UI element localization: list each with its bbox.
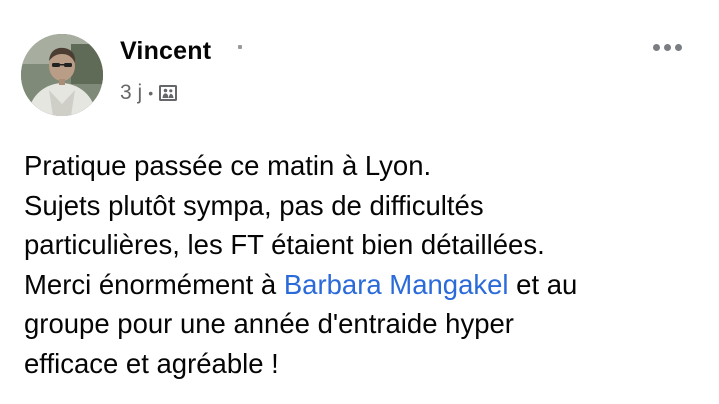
- mention-link[interactable]: Barbara Mangakel: [284, 269, 509, 300]
- post-text-line: Sujets plutôt sympa, pas de difficultés: [24, 189, 484, 221]
- post-card: Vincent 3 j • Pratique passée ce matin à…: [0, 0, 719, 395]
- post-text-segment: et au: [508, 268, 578, 300]
- more-options-dot: [674, 43, 682, 51]
- post-body: Pratique passée ce matin à Lyon. Sujets …: [24, 146, 704, 383]
- post-text-line: particulières, les FT étaient bien détai…: [24, 229, 545, 260]
- audience-icon[interactable]: [158, 84, 178, 102]
- post-text-line: groupe pour une année d'entraide hyper: [24, 308, 514, 339]
- more-options-button[interactable]: [646, 35, 688, 59]
- post-text-line: Pratique passée ce matin à Lyon.: [24, 150, 432, 181]
- post-text-line: efficace et agréable !: [24, 347, 279, 379]
- avatar[interactable]: [21, 34, 103, 116]
- meta-separator: •: [148, 85, 154, 101]
- avatar-photo: [21, 34, 103, 116]
- post-text-segment: Merci énormément à: [24, 268, 284, 300]
- post-text-line: Merci énormément à Barbara Mangakel et a…: [24, 265, 704, 305]
- author-name[interactable]: Vincent: [120, 37, 211, 66]
- more-options-icon: [652, 43, 660, 51]
- author-name-cutoff: [238, 45, 242, 49]
- more-options-dot: [663, 43, 671, 51]
- post-meta: 3 j •: [120, 81, 178, 105]
- post-timestamp[interactable]: 3 j: [120, 81, 142, 105]
